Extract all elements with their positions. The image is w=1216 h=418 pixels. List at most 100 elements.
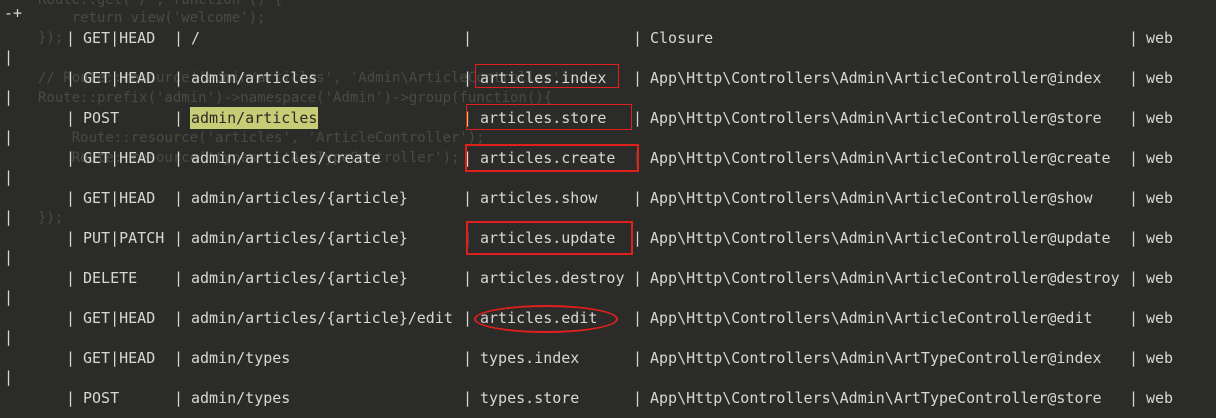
- column-separator: |: [174, 309, 184, 327]
- table-row: | POST | admin/types | types.store | App…: [0, 378, 1216, 418]
- route-uri-highlighted: admin/articles: [190, 107, 319, 129]
- route-middleware: web: [1146, 349, 1174, 367]
- column-separator: |: [463, 29, 473, 47]
- route-action: App\Http\Controllers\Admin\ArticleContro…: [650, 149, 1111, 167]
- column-separator: |: [174, 269, 184, 287]
- column-separator: |: [1129, 349, 1139, 367]
- route-uri: admin/types: [191, 389, 291, 407]
- column-separator: |: [1129, 389, 1139, 407]
- route-method: GET|HEAD: [83, 29, 156, 47]
- column-separator: |: [1129, 309, 1139, 327]
- route-middleware: web: [1146, 269, 1174, 287]
- column-separator: |: [66, 269, 76, 287]
- column-separator: |: [463, 229, 473, 247]
- column-separator: |: [463, 69, 473, 87]
- route-method: GET|HEAD: [83, 149, 156, 167]
- column-separator: |: [66, 229, 76, 247]
- column-separator: |: [174, 389, 184, 407]
- route-action: App\Http\Controllers\Admin\ArticleContro…: [650, 189, 1093, 207]
- column-separator: |: [463, 149, 473, 167]
- route-name: types.index: [480, 349, 580, 367]
- column-separator: |: [633, 309, 643, 327]
- column-separator: |: [633, 349, 643, 367]
- route-action: App\Http\Controllers\Admin\ArtTypeContro…: [650, 389, 1102, 407]
- route-middleware: web: [1146, 229, 1174, 247]
- route-middleware: web: [1146, 189, 1174, 207]
- column-separator: |: [463, 309, 473, 327]
- column-separator: |: [1129, 109, 1139, 127]
- route-name: articles.update: [480, 229, 616, 247]
- column-separator: |: [174, 229, 184, 247]
- column-separator: |: [174, 149, 184, 167]
- table-row: | GET|HEAD | admin/types | types.index |…: [0, 338, 1216, 378]
- route-middleware: web: [1146, 29, 1174, 47]
- route-middleware: web: [1146, 69, 1174, 87]
- table-row: | GET|HEAD | admin/articles/create | art…: [0, 138, 1216, 178]
- route-action: App\Http\Controllers\Admin\ArticleContro…: [650, 269, 1120, 287]
- route-method: GET|HEAD: [83, 189, 156, 207]
- route-uri: admin/articles: [191, 69, 318, 87]
- column-separator: |: [1129, 229, 1139, 247]
- route-action: Closure: [650, 29, 714, 47]
- column-separator: |: [463, 189, 473, 207]
- column-separator: |: [66, 149, 76, 167]
- column-separator: |: [174, 69, 184, 87]
- ghost-line: Route::get('/', function () {: [38, 0, 283, 8]
- route-uri: admin/articles/create: [191, 149, 381, 167]
- route-middleware: web: [1146, 389, 1174, 407]
- route-action: App\Http\Controllers\Admin\ArticleContro…: [650, 229, 1111, 247]
- column-separator: |: [66, 69, 76, 87]
- column-separator: |: [1129, 149, 1139, 167]
- route-uri: /: [191, 29, 201, 47]
- route-method: POST: [83, 389, 120, 407]
- route-method: GET|HEAD: [83, 309, 156, 327]
- route-method: PUT|PATCH: [83, 229, 165, 247]
- table-row: | GET|HEAD | admin/articles/{article} | …: [0, 178, 1216, 218]
- route-method: GET|HEAD: [83, 69, 156, 87]
- route-name: types.store: [480, 389, 580, 407]
- column-separator: |: [633, 229, 643, 247]
- column-separator: |: [66, 189, 76, 207]
- route-uri: admin/types: [191, 349, 291, 367]
- column-separator: |: [1129, 189, 1139, 207]
- column-separator: |: [1129, 269, 1139, 287]
- route-middleware: web: [1146, 109, 1174, 127]
- column-separator: |: [174, 349, 184, 367]
- table-row: | GET|HEAD | admin/articles | articles.i…: [0, 58, 1216, 98]
- column-separator: |: [633, 269, 643, 287]
- table-row: | DELETE | admin/articles/{article} | ar…: [0, 258, 1216, 298]
- table-row: | GET|HEAD | / | | Closure | web: [0, 18, 1216, 58]
- route-action: App\Http\Controllers\Admin\ArticleContro…: [650, 309, 1093, 327]
- route-uri: admin/articles/{article}: [191, 189, 408, 207]
- route-middleware: web: [1146, 309, 1174, 327]
- column-separator: |: [66, 29, 76, 47]
- column-separator: |: [463, 349, 473, 367]
- column-separator: |: [463, 389, 473, 407]
- column-separator: |: [174, 109, 184, 127]
- column-separator: |: [66, 109, 76, 127]
- route-name: articles.store: [480, 109, 607, 127]
- column-separator: |: [633, 109, 643, 127]
- table-row: | GET|HEAD | admin/articles/{article}/ed…: [0, 298, 1216, 338]
- route-uri: admin/articles/{article}: [191, 229, 408, 247]
- route-action: App\Http\Controllers\Admin\ArtTypeContro…: [650, 349, 1102, 367]
- route-uri: admin/articles/{article}: [191, 269, 408, 287]
- column-separator: |: [463, 269, 473, 287]
- route-method: GET|HEAD: [83, 349, 156, 367]
- route-action: App\Http\Controllers\Admin\ArticleContro…: [650, 69, 1102, 87]
- route-name: articles.show: [480, 189, 598, 207]
- route-name: articles.create: [480, 149, 616, 167]
- route-action: App\Http\Controllers\Admin\ArticleContro…: [650, 109, 1102, 127]
- column-separator: |: [633, 69, 643, 87]
- route-name: articles.edit: [480, 309, 598, 327]
- column-separator: |: [463, 109, 473, 127]
- column-separator: |: [633, 29, 643, 47]
- table-row: | PUT|PATCH | admin/articles/{article} |…: [0, 218, 1216, 258]
- route-method: POST: [83, 109, 120, 127]
- column-separator: |: [66, 309, 76, 327]
- column-separator: |: [633, 389, 643, 407]
- column-separator: |: [174, 189, 184, 207]
- table-row: | POST | admin/articles | articles.store…: [0, 98, 1216, 138]
- column-separator: |: [174, 29, 184, 47]
- column-separator: |: [66, 349, 76, 367]
